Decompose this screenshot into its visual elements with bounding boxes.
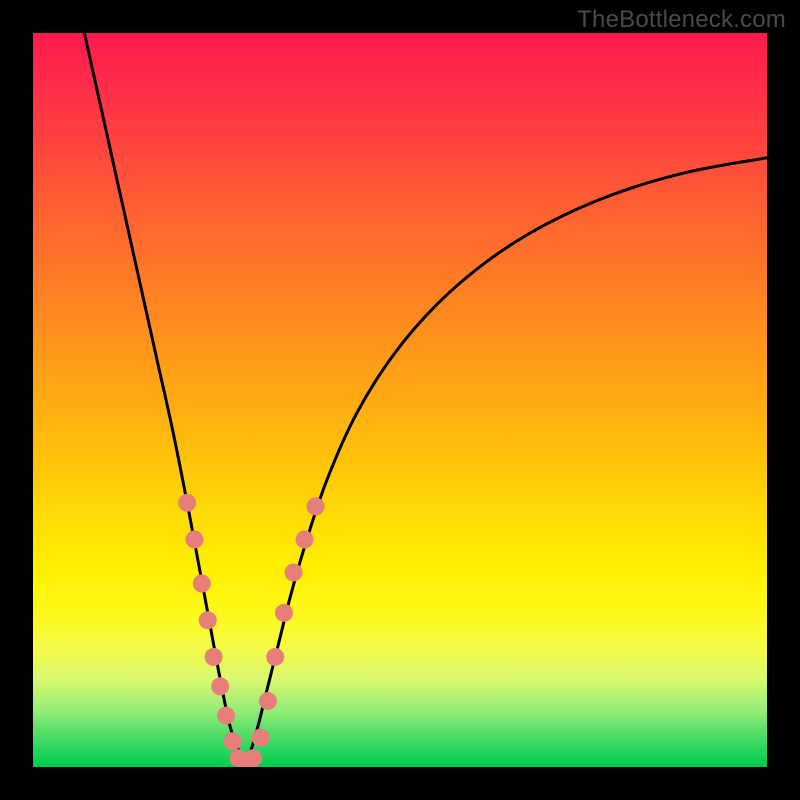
highlight-markers [178,494,324,767]
marker-dot [266,648,284,666]
marker-dot [211,677,229,695]
marker-dot [252,729,270,747]
plot-area [33,33,767,767]
marker-dot [193,575,211,593]
marker-dot [285,563,303,581]
marker-dot [296,530,314,548]
marker-dot [199,611,217,629]
marker-dot [307,497,325,515]
marker-dot [185,530,203,548]
marker-dot [224,732,242,750]
marker-dot [244,749,262,767]
curve-right-branch [246,158,767,767]
marker-dot [217,707,235,725]
marker-dot [259,692,277,710]
marker-dot [205,648,223,666]
bottleneck-curve [84,33,767,767]
marker-dot [275,604,293,622]
outer-frame: TheBottleneck.com [0,0,800,800]
credit-watermark: TheBottleneck.com [577,6,786,34]
chart-svg [33,33,767,767]
marker-dot [178,494,196,512]
